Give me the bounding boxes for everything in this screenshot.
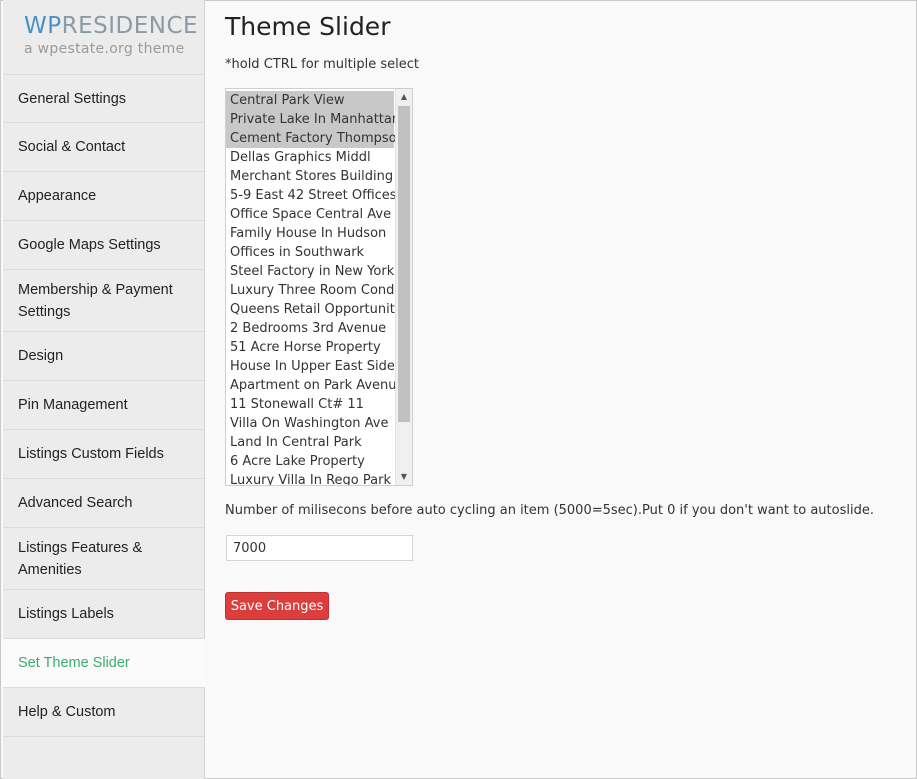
logo-brand-wp: WP xyxy=(24,13,62,39)
sidebar-item-label: Listings Labels xyxy=(18,606,114,622)
listbox-scrollbar[interactable]: ▲ ▼ xyxy=(395,89,412,485)
main-content: Theme Slider *hold CTRL for multiple sel… xyxy=(225,0,917,620)
sidebar-item-general-settings[interactable]: General Settings xyxy=(3,75,204,123)
multi-select-hint: *hold CTRL for multiple select xyxy=(225,57,419,72)
listing-option[interactable]: 51 Acre Horse Property xyxy=(226,338,394,357)
sidebar-item-google-maps-settings[interactable]: Google Maps Settings xyxy=(3,221,204,270)
sidebar-item-help-and-custom[interactable]: Help & Custom xyxy=(3,688,204,737)
sidebar-item-label: Membership & Payment Settings xyxy=(18,281,173,320)
listing-option[interactable]: Steel Factory in New York xyxy=(226,262,394,281)
sidebar-item-social-and-contact[interactable]: Social & Contact xyxy=(3,123,204,172)
chevron-up-icon[interactable]: ▲ xyxy=(396,89,412,105)
sidebar-item-label: Listings Custom Fields xyxy=(18,446,164,462)
listing-option[interactable]: Luxury Three Room Condo xyxy=(226,281,402,300)
listing-option[interactable]: 2 Bedrooms 3rd Avenue xyxy=(226,319,394,338)
logo-tagline: a wpestate.org theme xyxy=(24,41,185,57)
sidebar-item-listings-labels[interactable]: Listings Labels xyxy=(3,590,204,639)
autoslide-interval-input[interactable] xyxy=(226,535,413,561)
sidebar-item-listings-custom-fields[interactable]: Listings Custom Fields xyxy=(3,430,204,479)
listing-option[interactable]: Land In Central Park xyxy=(226,433,394,452)
sidebar-item-membership-and-payment-settings[interactable]: Membership & Payment Settings xyxy=(3,270,204,332)
listing-option[interactable]: 11 Stonewall Ct# 11 xyxy=(226,395,394,414)
sidebar-item-label: Help & Custom xyxy=(18,704,116,720)
sidebar-item-label: Set Theme Slider xyxy=(18,655,130,671)
sidebar-item-appearance[interactable]: Appearance xyxy=(3,172,204,221)
sidebar-item-listings-features-and-amenities[interactable]: Listings Features & Amenities xyxy=(3,528,204,590)
scrollbar-thumb[interactable] xyxy=(398,106,410,422)
listing-option[interactable]: Queens Retail Opportunity xyxy=(226,300,403,319)
autoslide-description: Number of milisecons before auto cycling… xyxy=(225,503,874,518)
sidebar-item-label: Pin Management xyxy=(18,397,128,413)
listing-option[interactable]: Offices in Southwark xyxy=(226,243,394,262)
sidebar-item-label: General Settings xyxy=(18,90,127,107)
sidebar-item-label: Appearance xyxy=(18,188,97,204)
listing-option[interactable]: Family House In Hudson xyxy=(226,224,394,243)
listing-option[interactable]: Villa On Washington Ave xyxy=(226,414,394,433)
sidebar-item-design[interactable]: Design xyxy=(3,332,204,381)
listing-option[interactable]: 6 Acre Lake Property xyxy=(226,452,394,471)
sidebar-item-advanced-search[interactable]: Advanced Search xyxy=(3,479,204,528)
save-changes-button[interactable]: Save Changes xyxy=(225,592,329,620)
listing-option[interactable]: Private Lake In Manhattan xyxy=(226,110,400,129)
sidebar-nav: General Settings Social & Contact Appearan… xyxy=(3,75,205,737)
brand-logo: WPRESIDENCE a wpestate.org theme xyxy=(3,0,204,75)
listing-option[interactable]: Apartment on Park Avenue xyxy=(226,376,405,395)
listing-option[interactable]: Merchant Stores Building xyxy=(226,167,394,186)
listing-option[interactable]: 5-9 East 42 Street Offices xyxy=(226,186,397,205)
sidebar-item-set-theme-slider[interactable]: Set Theme Slider xyxy=(3,639,205,688)
listing-option[interactable]: House In Upper East Side xyxy=(226,357,395,376)
settings-sidebar: WPRESIDENCE a wpestate.org theme General… xyxy=(3,0,205,779)
sidebar-item-label: Google Maps Settings xyxy=(18,237,161,253)
logo-brand-rest: RESIDENCE xyxy=(61,13,199,39)
listing-option[interactable]: Dellas Graphics Middl xyxy=(226,148,394,167)
sidebar-item-label: Social & Contact xyxy=(18,139,126,155)
listing-option[interactable]: Central Park View xyxy=(226,91,394,110)
sidebar-item-label: Design xyxy=(18,348,64,364)
page-title: Theme Slider xyxy=(225,12,391,41)
chevron-down-icon[interactable]: ▼ xyxy=(396,469,412,485)
listing-option[interactable]: Cement Factory Thompson xyxy=(226,129,405,148)
sidebar-item-pin-management[interactable]: Pin Management xyxy=(3,381,204,430)
sidebar-item-label: Listings Features & Amenities xyxy=(18,539,143,578)
listing-option[interactable]: Office Space Central Ave xyxy=(226,205,394,224)
listing-option[interactable]: Luxury Villa In Rego Park xyxy=(226,471,394,485)
slider-listings-select[interactable]: Central Park View Private Lake In Manhatt… xyxy=(225,88,413,486)
sidebar-item-label: Advanced Search xyxy=(18,495,133,511)
